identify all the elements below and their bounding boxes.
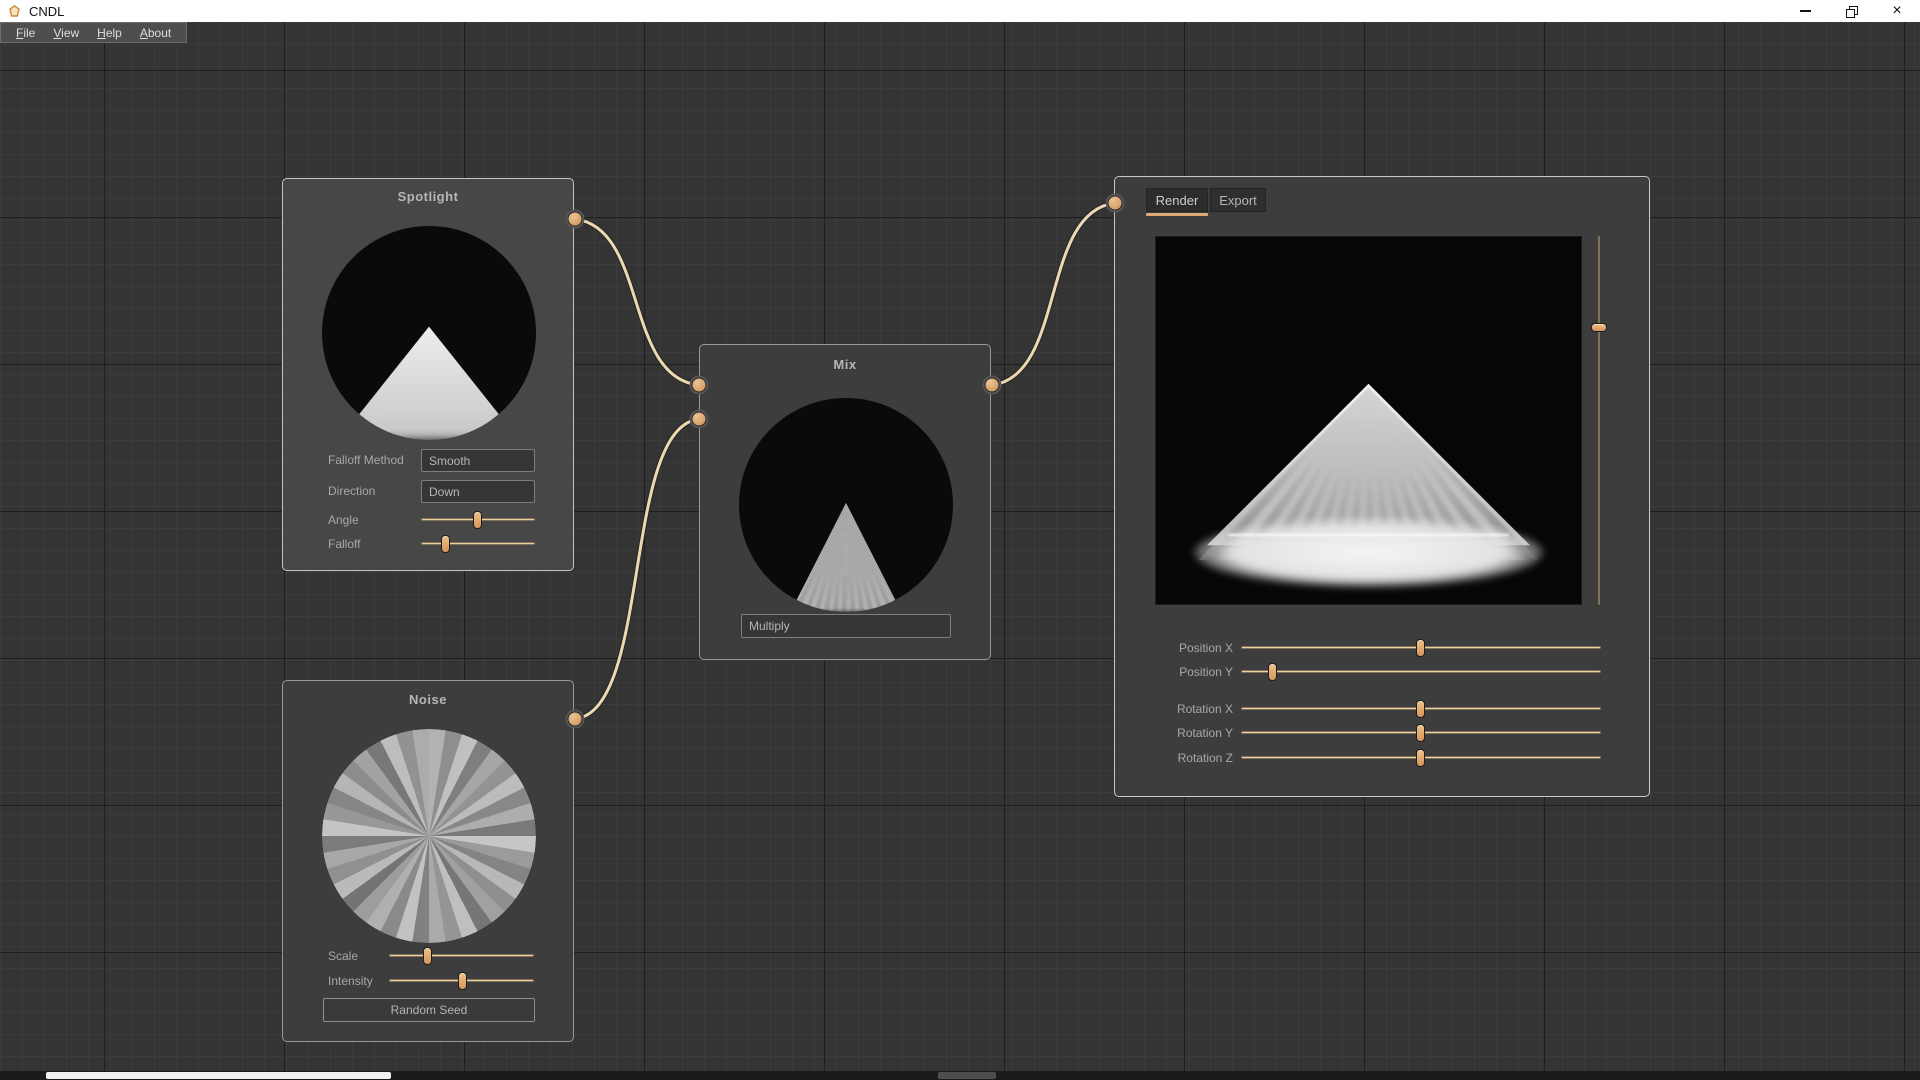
spotlight-preview [322,226,536,440]
intensity-label: Intensity [328,973,373,989]
mix-preview [739,398,953,612]
tab-render[interactable]: Render [1146,188,1208,212]
slider-handle[interactable] [1591,323,1607,332]
mix-node-title: Mix [700,357,990,372]
slider-track [1241,670,1601,673]
slider-handle[interactable] [458,972,467,990]
noise-preview-circle [322,729,536,943]
slider-handle[interactable] [441,535,450,553]
minimize-icon [1800,10,1811,12]
rotation-y-slider[interactable] [1241,725,1601,741]
menu-view[interactable]: View [44,24,88,42]
spotlight-output-port[interactable] [568,212,583,227]
position-x-slider[interactable] [1241,640,1601,656]
direction-label: Direction [328,480,375,503]
menu-about[interactable]: About [131,24,180,42]
window-title: CNDL [29,4,64,19]
mix-cone-graphic [739,398,953,612]
preview-zoom-slider[interactable] [1591,236,1607,605]
position-y-slider[interactable] [1241,664,1601,680]
angle-label: Angle [328,512,359,528]
rotation-x-slider[interactable] [1241,701,1601,717]
render-panel: Render Export Position X Position Y Rota… [1114,176,1650,797]
scrollbar-thumb[interactable] [46,1072,391,1079]
close-button[interactable]: × [1874,0,1920,22]
restore-icon [1846,6,1857,17]
menu-help[interactable]: Help [88,24,131,42]
horizontal-scrollbar[interactable] [0,1071,1920,1080]
slider-handle[interactable] [1416,724,1425,742]
mix-mode-select[interactable]: Multiply [741,614,951,638]
render-floor-line [1228,534,1509,536]
app-logo-icon [8,5,21,18]
falloff-label: Falloff [328,536,360,552]
slider-handle[interactable] [1268,663,1277,681]
slider-handle[interactable] [473,511,482,529]
noise-preview [322,729,536,943]
menu-file[interactable]: File [7,24,44,42]
render-floor-glow [1194,518,1543,588]
menubar: File View Help About [0,22,187,43]
window-titlebar: CNDL × [0,0,1920,22]
app-window: Spotlight Falloff Method Smooth Directio… [0,0,1920,1080]
minimize-button[interactable] [1782,0,1828,22]
position-x-label: Position X [1115,640,1233,656]
direction-select[interactable]: Down [421,480,535,503]
slider-handle[interactable] [1416,639,1425,657]
slider-handle[interactable] [1416,749,1425,767]
scale-slider[interactable] [389,948,534,964]
rotation-y-label: Rotation Y [1115,725,1233,741]
rotation-x-label: Rotation X [1115,701,1233,717]
slider-track [389,954,534,957]
noise-node-title: Noise [283,692,573,707]
spotlight-cone-graphic [322,226,536,440]
position-y-label: Position Y [1115,664,1233,680]
active-tab-underline [1146,213,1208,216]
angle-slider[interactable] [421,512,535,528]
scrollbar-segment [938,1072,996,1079]
falloff-method-select[interactable]: Smooth [421,449,535,472]
scale-label: Scale [328,948,358,964]
mix-input-port-2[interactable] [692,412,707,427]
render-preview [1155,236,1582,605]
spotlight-node-title: Spotlight [283,189,573,204]
falloff-slider[interactable] [421,536,535,552]
rotation-z-label: Rotation Z [1115,750,1233,766]
random-seed-button[interactable]: Random Seed [323,998,535,1022]
mix-node[interactable]: Mix Multiply [699,344,991,660]
mix-output-port[interactable] [985,378,1000,393]
spotlight-node[interactable]: Spotlight Falloff Method Smooth Directio… [282,178,574,571]
slider-handle[interactable] [1416,700,1425,718]
noise-output-port[interactable] [568,712,583,727]
render-input-port[interactable] [1108,196,1123,211]
restore-button[interactable] [1828,0,1874,22]
noise-node[interactable]: Noise Scale Intensity Random Seed [282,680,574,1042]
mix-input-port-1[interactable] [692,378,707,393]
rotation-z-slider[interactable] [1241,750,1601,766]
intensity-slider[interactable] [389,973,534,989]
tab-export[interactable]: Export [1210,188,1266,212]
slider-track [1598,236,1600,605]
slider-track [421,542,535,545]
slider-handle[interactable] [423,947,432,965]
close-icon: × [1892,3,1901,19]
falloff-method-label: Falloff Method [328,449,404,472]
